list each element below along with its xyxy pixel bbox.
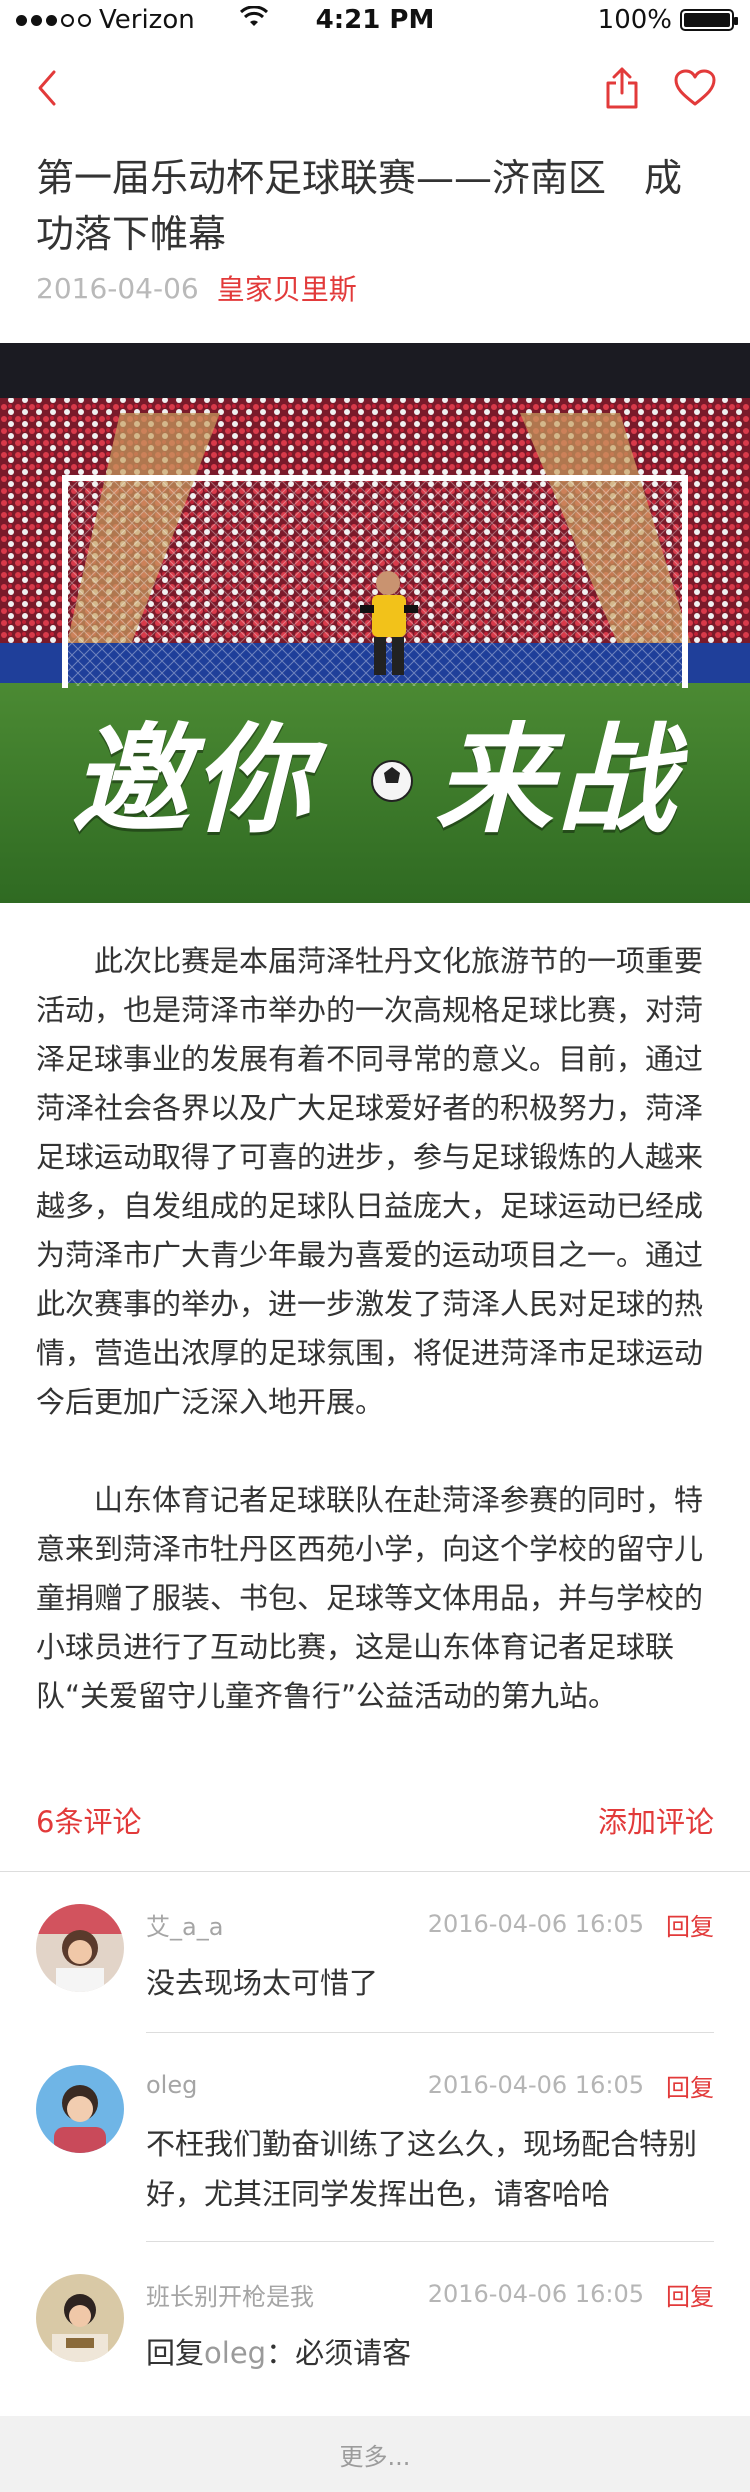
- hero-slogan-right: 来战: [435, 711, 680, 849]
- status-time: 4:21 PM: [315, 5, 435, 35]
- heart-icon[interactable]: [674, 69, 716, 107]
- comment-text: 回复oleg：必须请客: [146, 2328, 714, 2378]
- article-paragraph: 山东体育记者足球联队在赴菏泽参赛的同时，特意来到菏泽市牡丹区西苑小学，向这个学校…: [36, 1483, 704, 1713]
- comment-text: 不枉我们勤奋训练了这么久，现场配合特别好，尤其汪同学发挥出色，请客哈哈: [146, 2127, 698, 2211]
- share-icon[interactable]: [604, 67, 640, 109]
- comment-time: 2016-04-06 16:05: [427, 2280, 644, 2308]
- hero-image: 邀你 来战: [0, 343, 750, 903]
- article-date: 2016-04-06: [36, 271, 199, 305]
- load-more-button[interactable]: 更多...: [0, 2416, 750, 2492]
- comment-mention[interactable]: oleg: [204, 2336, 266, 2370]
- status-bar: Verizon 4:21 PM 100%: [0, 0, 750, 40]
- article-paragraph: 此次比赛是本届菏泽牡丹文化旅游节的一项重要活动，也是菏泽市举办的一次高规格足球比…: [36, 944, 704, 1419]
- avatar[interactable]: [36, 2065, 124, 2153]
- article-author[interactable]: 皇家贝里斯: [217, 268, 357, 308]
- article-meta: 2016-04-06 皇家贝里斯: [0, 268, 750, 308]
- divider: [0, 1871, 750, 1872]
- comment-text-suffix: ：必须请客: [266, 2336, 412, 2370]
- add-comment-button[interactable]: 添加评论: [598, 1799, 714, 1841]
- comment-time: 2016-04-06 16:05: [427, 2071, 644, 2099]
- reply-button[interactable]: 回复: [666, 1907, 714, 1942]
- comment-item: 艾_a_a 2016-04-06 16:05 回复 没去现场太可惜了: [0, 1904, 750, 2033]
- comment-author[interactable]: oleg: [146, 2071, 197, 2099]
- reply-button[interactable]: 回复: [666, 2277, 714, 2312]
- chevron-left-icon[interactable]: [34, 68, 60, 108]
- comments-header: 6条评论 添加评论: [0, 1799, 750, 1841]
- comment-count[interactable]: 6条评论: [36, 1799, 141, 1841]
- avatar[interactable]: [36, 1904, 124, 1992]
- comment-time: 2016-04-06 16:05: [427, 1910, 644, 1938]
- comment-item: oleg 2016-04-06 16:05 回复 不枉我们勤奋训练了这么久，现场…: [0, 2065, 750, 2242]
- hero-slogan: 邀你 来战: [0, 684, 750, 855]
- battery-icon: [680, 9, 738, 31]
- article-title: 第一届乐动杯足球联赛——济南区 成功落下帷幕: [36, 156, 683, 256]
- comment-author[interactable]: 班长别开枪是我: [146, 2277, 314, 2312]
- reply-button[interactable]: 回复: [666, 2068, 714, 2103]
- comment-text-prefix: 回复: [146, 2336, 205, 2370]
- comment-text: 没去现场太可惜了: [146, 1966, 379, 2000]
- article-body: 此次比赛是本届菏泽牡丹文化旅游节的一项重要活动，也是菏泽市举办的一次高规格足球比…: [0, 937, 750, 1721]
- comment-author[interactable]: 艾_a_a: [146, 1907, 223, 1942]
- comment-item: 班长别开枪是我 2016-04-06 16:05 回复 回复oleg：必须请客: [0, 2274, 750, 2378]
- hero-slogan-left: 邀你: [70, 711, 315, 849]
- avatar[interactable]: [36, 2274, 124, 2362]
- nav-bar: [0, 40, 750, 136]
